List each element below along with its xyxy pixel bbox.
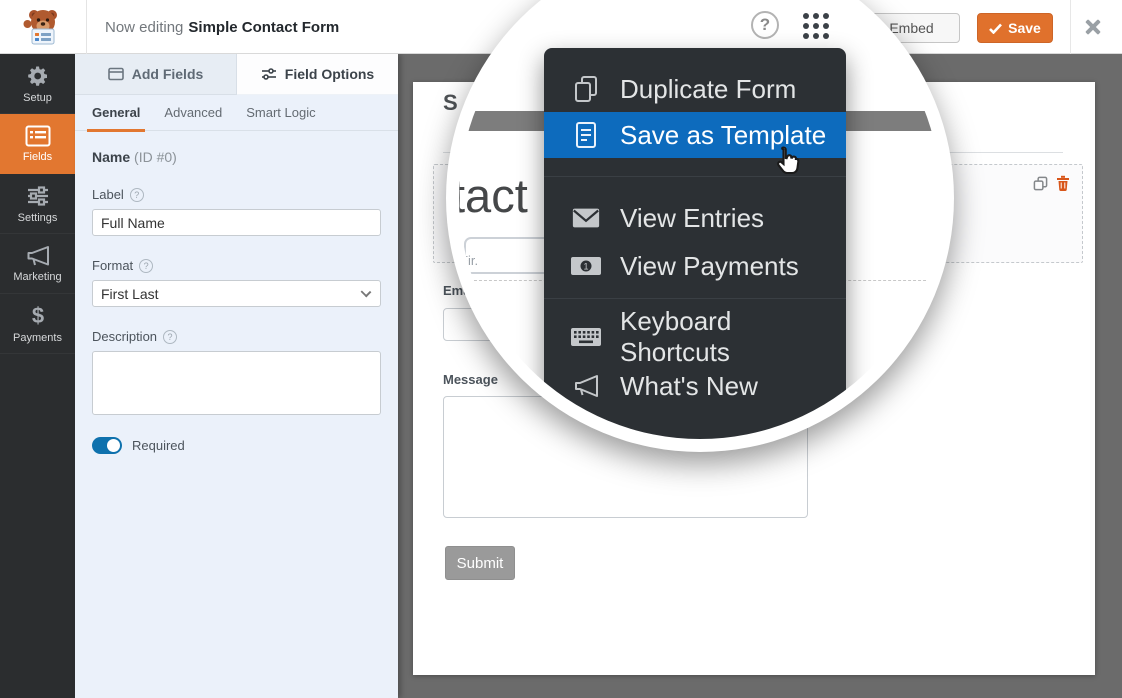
envelope-icon <box>571 206 601 230</box>
form-fields-icon <box>25 125 51 147</box>
menu-item-label: Duplicate Form <box>620 74 796 105</box>
sidebar-item-label: Payments <box>13 332 62 344</box>
help-icon[interactable]: ? <box>163 330 177 344</box>
subtab-label: Advanced <box>164 105 222 120</box>
option-subtabs: General Advanced Smart Logic <box>75 95 398 131</box>
subtab-general[interactable]: General <box>92 95 140 131</box>
required-row: Required <box>92 437 381 454</box>
trash-icon[interactable] <box>1056 175 1070 191</box>
subtab-label: General <box>92 105 140 120</box>
duplicate-icon <box>572 74 600 104</box>
magnified-title-fragment: tact <box>459 168 528 223</box>
preview-form-title: S <box>443 90 458 116</box>
add-fields-icon <box>108 67 124 81</box>
description-option-row: Description ? <box>92 329 381 344</box>
template-icon <box>573 120 599 150</box>
help-icon[interactable]: ? <box>139 259 153 273</box>
label-option-text: Label <box>92 187 124 202</box>
help-icon[interactable]: ? <box>130 188 144 202</box>
topbar-divider <box>1070 0 1071 54</box>
format-select[interactable]: First Last <box>92 280 381 307</box>
sidebar-item-settings[interactable]: Settings <box>0 174 75 234</box>
panel-tabs: Add Fields Field Options <box>75 54 398 95</box>
sidebar-item-label: Marketing <box>13 271 61 283</box>
subtab-smart-logic[interactable]: Smart Logic <box>246 95 315 131</box>
sidebar-item-label: Settings <box>18 212 58 224</box>
label-input[interactable] <box>92 209 381 236</box>
tab-add-fields[interactable]: Add Fields <box>75 54 237 95</box>
save-button[interactable]: Save <box>977 13 1053 43</box>
sidebar-item-label: Setup <box>23 92 52 104</box>
svg-text:1: 1 <box>583 262 588 272</box>
embed-button-label: Embed <box>889 20 933 36</box>
menu-separator <box>544 298 846 299</box>
wpforms-bear-logo <box>21 5 65 49</box>
now-editing-prefix: Now editing <box>105 19 183 36</box>
menu-item-keyboard-shortcuts[interactable]: Keyboard Shortcuts <box>544 315 846 359</box>
hand-cursor-icon <box>770 143 806 179</box>
magnified-first-sublabel: Fir. <box>460 253 478 268</box>
tab-label: Field Options <box>285 66 374 82</box>
format-option-text: Format <box>92 258 133 273</box>
form-title: Simple Contact Form <box>188 19 339 36</box>
sidebar-item-payments[interactable]: $ Payments <box>0 294 75 354</box>
menu-item-duplicate-form[interactable]: Duplicate Form <box>544 66 846 112</box>
menu-item-label: View Entries <box>620 203 764 234</box>
megaphone-icon <box>572 372 600 400</box>
tab-label: Add Fields <box>132 66 204 82</box>
sidebar-item-marketing[interactable]: Marketing <box>0 234 75 294</box>
menu-item-view-entries[interactable]: View Entries <box>544 196 846 240</box>
field-name-title: Name <box>92 149 130 165</box>
field-id-note: (ID #0) <box>134 149 177 165</box>
builder-sidebar: Setup Fields Settings <box>0 54 75 698</box>
megaphone-icon <box>25 245 51 267</box>
chevron-down-icon <box>361 287 372 298</box>
help-icon[interactable]: ? <box>751 11 779 39</box>
description-textarea[interactable] <box>92 351 381 415</box>
message-field-label: Message <box>443 372 498 387</box>
field-options-panel: Add Fields Field Options General Advance… <box>75 54 398 698</box>
format-select-value: First Last <box>101 286 159 302</box>
menu-item-label: Keyboard Shortcuts <box>620 306 846 368</box>
form-actions-menu: Duplicate Form Save as Template <box>544 48 846 439</box>
field-options-icon <box>261 67 277 81</box>
required-toggle[interactable] <box>92 437 122 454</box>
menu-item-whats-new[interactable]: What's New <box>544 364 846 408</box>
tab-field-options[interactable]: Field Options <box>237 54 398 95</box>
format-option-row: Format ? <box>92 258 381 273</box>
svg-text:$: $ <box>31 304 43 328</box>
gear-icon <box>26 64 50 88</box>
menu-item-label: View Payments <box>620 251 799 282</box>
menu-item-label: What's New <box>620 371 758 402</box>
dollar-icon: $ <box>26 304 50 328</box>
submit-button[interactable]: Submit <box>445 546 515 580</box>
menu-item-view-payments[interactable]: 1 View Payments <box>544 244 846 288</box>
grid-menu-icon[interactable] <box>801 11 831 41</box>
description-option-text: Description <box>92 329 157 344</box>
subtab-label: Smart Logic <box>246 105 315 120</box>
save-button-label: Save <box>1008 20 1041 36</box>
panel-body: Name (ID #0) Label ? Format ? First Last… <box>75 131 398 454</box>
now-editing-text: Now editing Simple Contact Form <box>105 0 339 54</box>
sidebar-item-setup[interactable]: Setup <box>0 54 75 114</box>
keyboard-icon <box>570 326 602 348</box>
subtab-advanced[interactable]: Advanced <box>164 95 222 131</box>
check-icon <box>989 23 1002 34</box>
wpforms-builder: Now editing Simple Contact Form Embed Sa… <box>0 0 1122 698</box>
sidebar-item-label: Fields <box>23 151 52 163</box>
close-icon[interactable] <box>1082 17 1102 37</box>
sidebar-item-fields[interactable]: Fields <box>0 114 75 174</box>
required-label: Required <box>132 438 185 453</box>
label-option-row: Label ? <box>92 187 381 202</box>
wpforms-logo <box>0 0 87 54</box>
copy-icon[interactable] <box>1033 176 1048 191</box>
sliders-icon <box>26 184 50 208</box>
field-name-heading: Name (ID #0) <box>92 149 381 165</box>
money-bill-icon: 1 <box>570 255 602 277</box>
